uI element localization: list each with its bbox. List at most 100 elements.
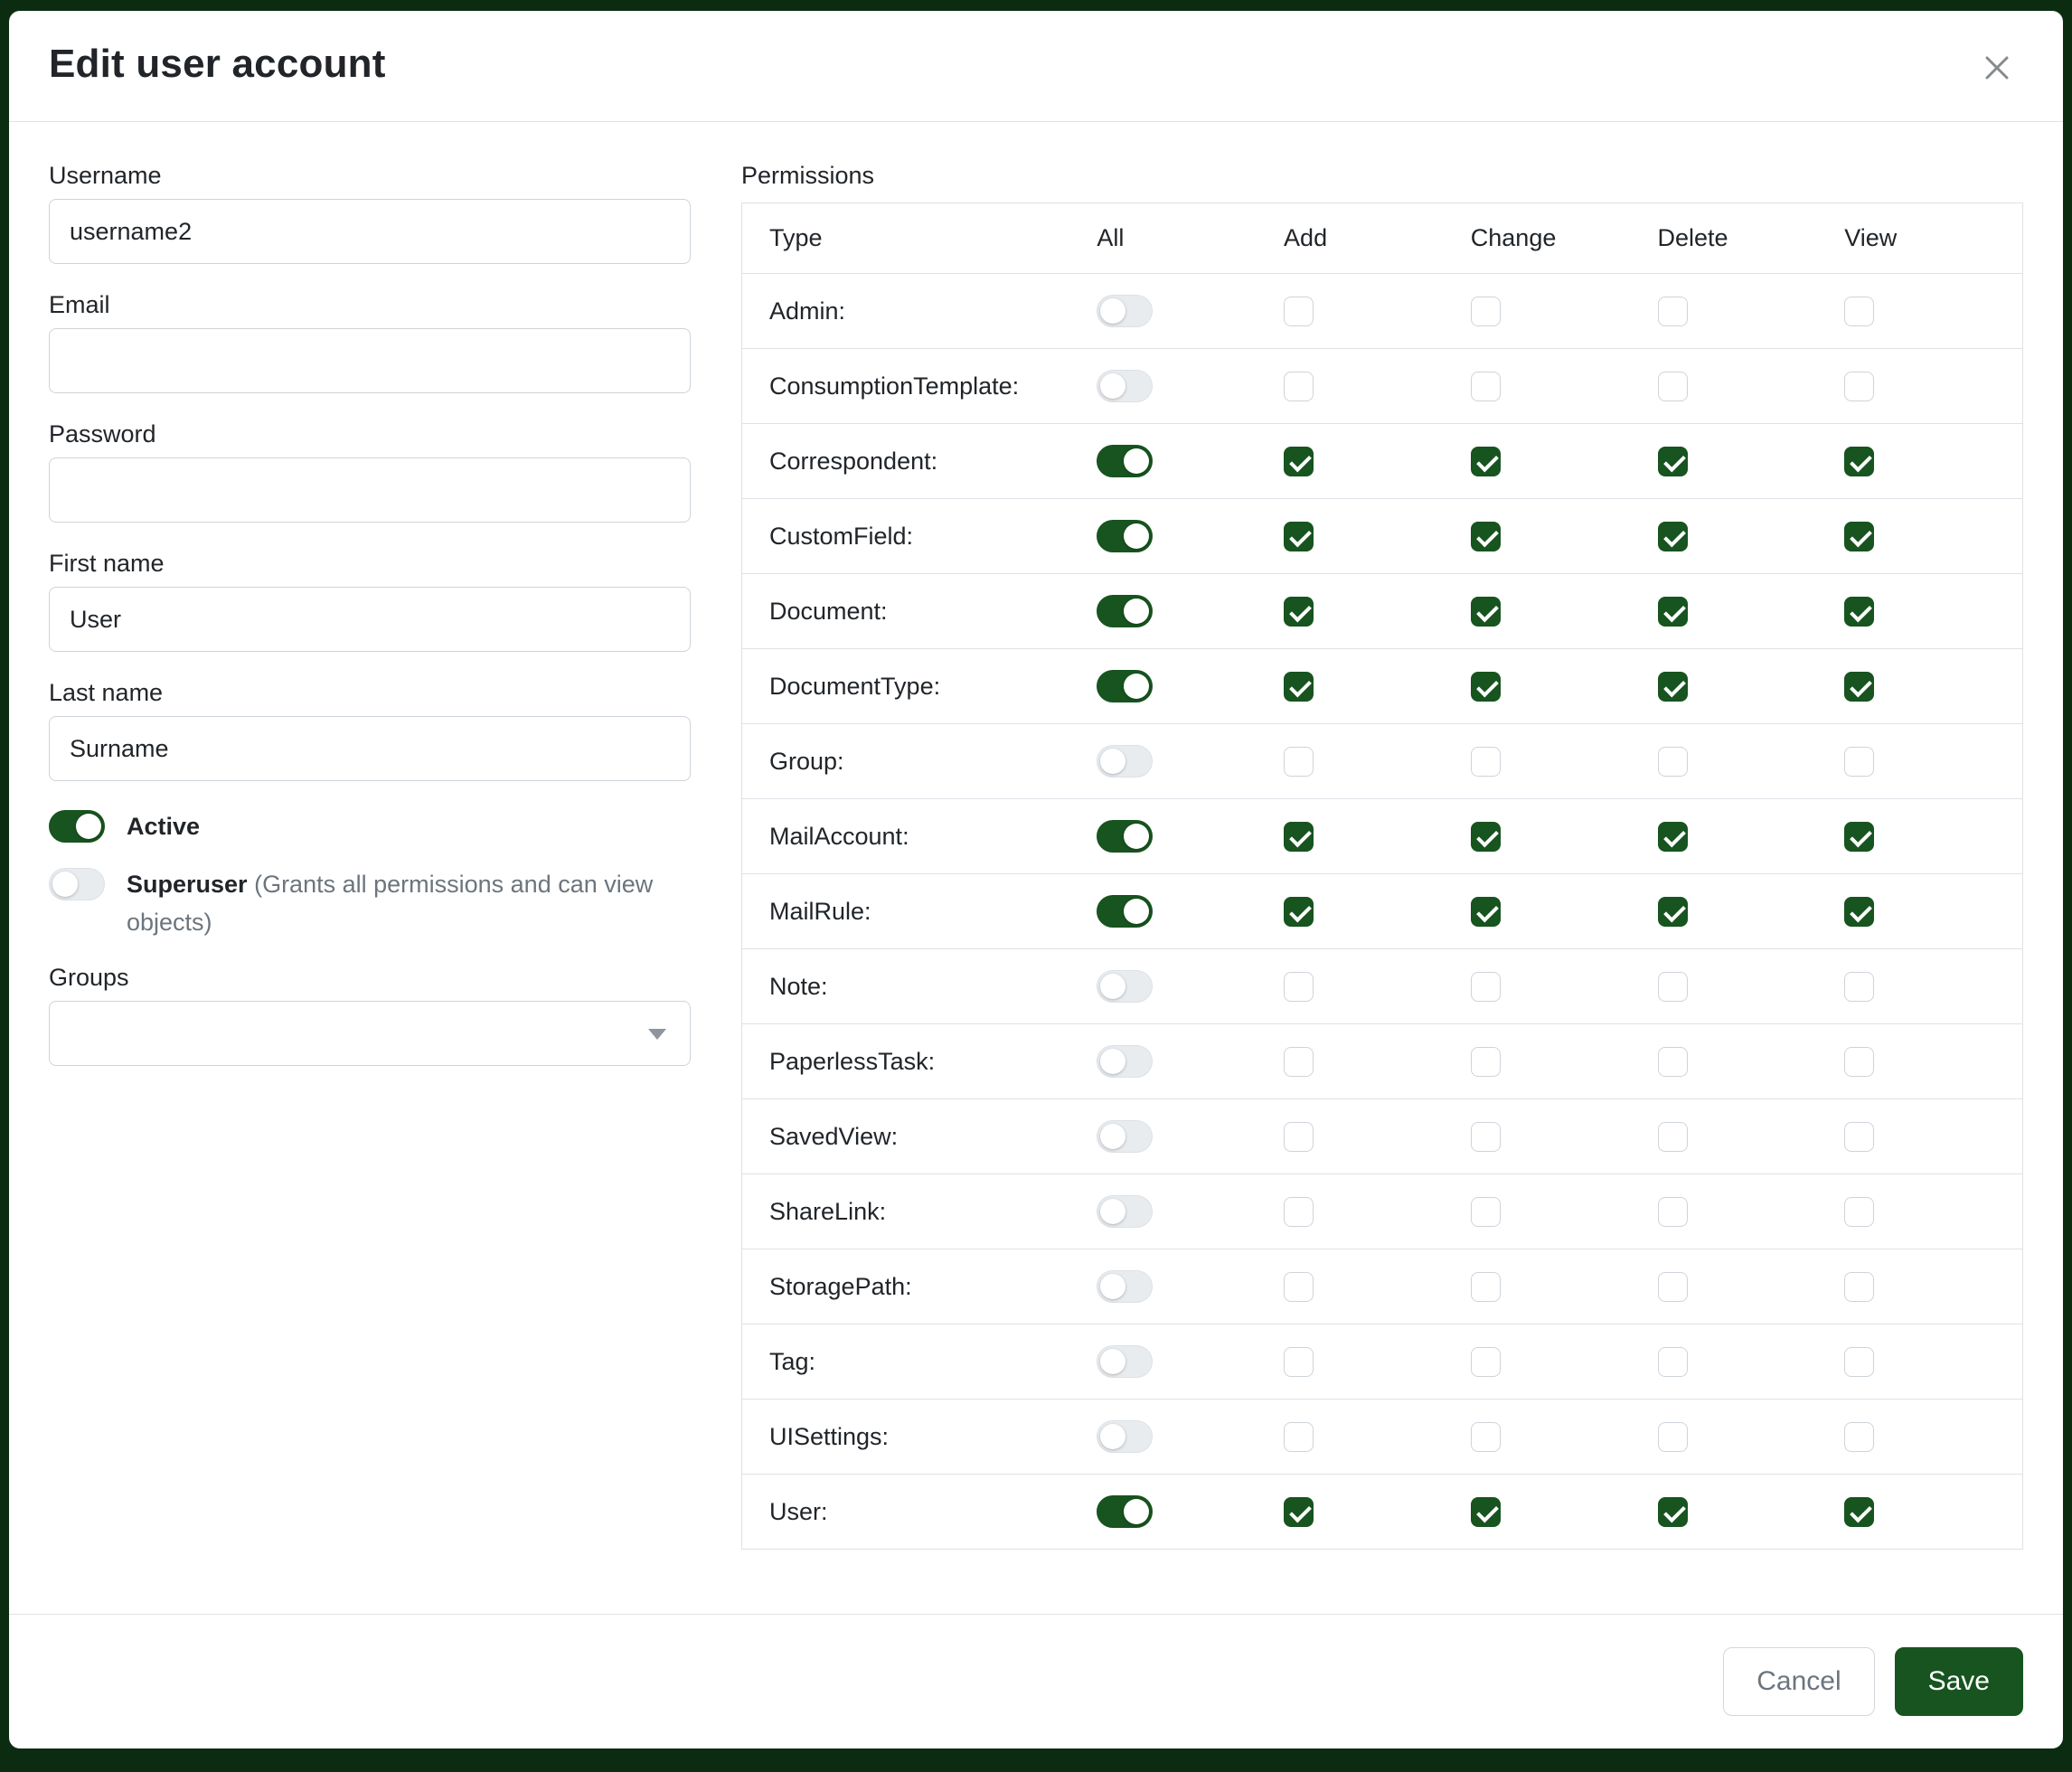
- perm-change-checkbox[interactable]: [1471, 1422, 1501, 1452]
- perm-add-checkbox[interactable]: [1284, 522, 1314, 551]
- perm-delete-checkbox[interactable]: [1658, 822, 1688, 852]
- perm-view-checkbox[interactable]: [1844, 297, 1874, 326]
- perm-view-checkbox[interactable]: [1844, 747, 1874, 777]
- perm-view-checkbox[interactable]: [1844, 1497, 1874, 1527]
- perm-delete-checkbox[interactable]: [1658, 1047, 1688, 1077]
- perm-all-toggle[interactable]: [1097, 370, 1153, 402]
- perm-add-checkbox[interactable]: [1284, 1347, 1314, 1377]
- perm-view-checkbox[interactable]: [1844, 822, 1874, 852]
- perm-change-checkbox[interactable]: [1471, 1122, 1501, 1152]
- permission-row: Tag:: [742, 1324, 2022, 1400]
- perm-all-toggle[interactable]: [1097, 895, 1153, 928]
- perm-add-checkbox[interactable]: [1284, 822, 1314, 852]
- perm-change-checkbox[interactable]: [1471, 1497, 1501, 1527]
- perm-view-checkbox[interactable]: [1844, 1347, 1874, 1377]
- first-name-input[interactable]: [49, 587, 691, 652]
- perm-view-checkbox[interactable]: [1844, 597, 1874, 627]
- perm-add-checkbox[interactable]: [1284, 372, 1314, 401]
- perm-all-toggle[interactable]: [1097, 970, 1153, 1003]
- perm-all-toggle[interactable]: [1097, 1495, 1153, 1528]
- perm-delete-checkbox[interactable]: [1658, 597, 1688, 627]
- perm-view-checkbox[interactable]: [1844, 372, 1874, 401]
- perm-view-checkbox[interactable]: [1844, 1197, 1874, 1227]
- perm-all-toggle[interactable]: [1097, 1120, 1153, 1153]
- perm-view-checkbox[interactable]: [1844, 1272, 1874, 1302]
- perm-add-checkbox[interactable]: [1284, 1422, 1314, 1452]
- perm-view-checkbox[interactable]: [1844, 1047, 1874, 1077]
- perm-all-toggle[interactable]: [1097, 1345, 1153, 1378]
- perm-add-checkbox[interactable]: [1284, 447, 1314, 476]
- username-input[interactable]: [49, 199, 691, 264]
- perm-change-checkbox[interactable]: [1471, 1197, 1501, 1227]
- perm-delete-checkbox[interactable]: [1658, 972, 1688, 1002]
- perm-add-checkbox[interactable]: [1284, 747, 1314, 777]
- perm-all-toggle[interactable]: [1097, 1195, 1153, 1228]
- perm-change-checkbox[interactable]: [1471, 822, 1501, 852]
- active-label: Active: [127, 813, 200, 840]
- perm-view-checkbox[interactable]: [1844, 672, 1874, 702]
- perm-change-checkbox[interactable]: [1471, 897, 1501, 927]
- perm-delete-checkbox[interactable]: [1658, 522, 1688, 551]
- perm-change-checkbox[interactable]: [1471, 672, 1501, 702]
- perm-view-checkbox[interactable]: [1844, 972, 1874, 1002]
- perm-change-checkbox[interactable]: [1471, 372, 1501, 401]
- perm-change-checkbox[interactable]: [1471, 447, 1501, 476]
- password-input[interactable]: [49, 457, 691, 523]
- perm-add-checkbox[interactable]: [1284, 1122, 1314, 1152]
- perm-all-toggle[interactable]: [1097, 445, 1153, 477]
- column-header-delete: Delete: [1649, 203, 1836, 274]
- perm-view-checkbox[interactable]: [1844, 897, 1874, 927]
- modal-body: Username Email Password First name Last: [9, 122, 2063, 1614]
- perm-delete-checkbox[interactable]: [1658, 1497, 1688, 1527]
- perm-change-checkbox[interactable]: [1471, 1272, 1501, 1302]
- perm-view-checkbox[interactable]: [1844, 1422, 1874, 1452]
- save-button[interactable]: Save: [1895, 1647, 2023, 1716]
- email-input[interactable]: [49, 328, 691, 393]
- perm-all-toggle[interactable]: [1097, 820, 1153, 853]
- last-name-input[interactable]: [49, 716, 691, 781]
- perm-all-toggle[interactable]: [1097, 1045, 1153, 1078]
- perm-all-toggle[interactable]: [1097, 1270, 1153, 1303]
- perm-delete-checkbox[interactable]: [1658, 372, 1688, 401]
- groups-select[interactable]: [49, 1001, 691, 1066]
- perm-delete-checkbox[interactable]: [1658, 1197, 1688, 1227]
- perm-change-checkbox[interactable]: [1471, 972, 1501, 1002]
- superuser-toggle[interactable]: [49, 868, 105, 900]
- perm-all-toggle[interactable]: [1097, 595, 1153, 627]
- perm-all-toggle[interactable]: [1097, 295, 1153, 327]
- perm-all-toggle[interactable]: [1097, 1420, 1153, 1453]
- perm-change-checkbox[interactable]: [1471, 1347, 1501, 1377]
- perm-change-checkbox[interactable]: [1471, 747, 1501, 777]
- perm-delete-checkbox[interactable]: [1658, 1272, 1688, 1302]
- perm-delete-checkbox[interactable]: [1658, 1122, 1688, 1152]
- perm-all-toggle[interactable]: [1097, 670, 1153, 702]
- perm-add-checkbox[interactable]: [1284, 297, 1314, 326]
- perm-add-checkbox[interactable]: [1284, 897, 1314, 927]
- perm-all-toggle[interactable]: [1097, 745, 1153, 778]
- perm-delete-checkbox[interactable]: [1658, 1347, 1688, 1377]
- close-icon[interactable]: [1971, 42, 2023, 94]
- perm-change-checkbox[interactable]: [1471, 297, 1501, 326]
- cancel-button[interactable]: Cancel: [1723, 1647, 1874, 1716]
- perm-delete-checkbox[interactable]: [1658, 447, 1688, 476]
- perm-add-checkbox[interactable]: [1284, 972, 1314, 1002]
- perm-view-checkbox[interactable]: [1844, 447, 1874, 476]
- perm-change-checkbox[interactable]: [1471, 1047, 1501, 1077]
- perm-add-checkbox[interactable]: [1284, 597, 1314, 627]
- perm-change-checkbox[interactable]: [1471, 597, 1501, 627]
- perm-change-checkbox[interactable]: [1471, 522, 1501, 551]
- perm-add-checkbox[interactable]: [1284, 1197, 1314, 1227]
- perm-delete-checkbox[interactable]: [1658, 747, 1688, 777]
- perm-all-toggle[interactable]: [1097, 520, 1153, 552]
- active-toggle[interactable]: [49, 810, 105, 843]
- perm-view-checkbox[interactable]: [1844, 1122, 1874, 1152]
- perm-delete-checkbox[interactable]: [1658, 897, 1688, 927]
- perm-add-checkbox[interactable]: [1284, 1497, 1314, 1527]
- perm-view-checkbox[interactable]: [1844, 522, 1874, 551]
- perm-delete-checkbox[interactable]: [1658, 672, 1688, 702]
- perm-add-checkbox[interactable]: [1284, 672, 1314, 702]
- perm-add-checkbox[interactable]: [1284, 1047, 1314, 1077]
- perm-delete-checkbox[interactable]: [1658, 297, 1688, 326]
- perm-add-checkbox[interactable]: [1284, 1272, 1314, 1302]
- perm-delete-checkbox[interactable]: [1658, 1422, 1688, 1452]
